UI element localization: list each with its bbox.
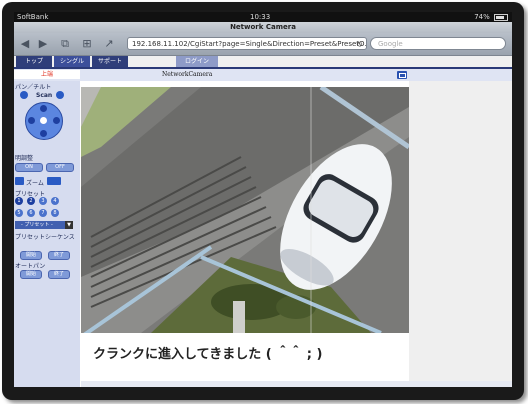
preset-7-button[interactable]: 7 xyxy=(39,209,47,217)
tablet-screen: SoftBank 10:33 74% Network Camera ◀ ▶ ⧉ … xyxy=(14,12,512,387)
preset-4-button[interactable]: 4 xyxy=(51,197,59,205)
scan-label: Scan xyxy=(36,92,53,99)
preset-sequence-label: プリセットシーケンス xyxy=(15,234,75,241)
up-button[interactable]: 上端 xyxy=(14,70,80,79)
zoom-in-icon[interactable] xyxy=(47,177,61,185)
tab-single[interactable]: シングル xyxy=(54,56,90,67)
bookmarks-icon[interactable]: ⊞ xyxy=(80,37,94,51)
pan-tilt-pad xyxy=(25,102,63,140)
address-bar[interactable]: 192.168.11.102/CgiStart?page=Single&Dire… xyxy=(127,37,367,50)
bottom-strip xyxy=(81,381,512,387)
forward-arrow-icon[interactable]: ▶ xyxy=(36,37,50,51)
battery-indicator: 74% xyxy=(474,12,508,22)
page-title: NetworkCamera xyxy=(162,71,213,78)
pan-right-icon[interactable] xyxy=(53,117,60,124)
zoom-label: ズーム xyxy=(26,180,44,187)
autopan-label: オートパン xyxy=(15,263,46,270)
tilt-up-icon[interactable] xyxy=(40,105,47,112)
carrier-label: SoftBank xyxy=(17,13,49,21)
scan-left-icon[interactable] xyxy=(20,91,28,99)
tab-login[interactable]: ログイン xyxy=(176,56,218,67)
autopan-stop-button[interactable]: 終了 xyxy=(48,270,70,279)
caption-text: クランクに進入してきました ( ＾＾ ; ) xyxy=(93,347,323,362)
zoom-out-icon[interactable] xyxy=(15,177,24,185)
home-position-icon[interactable] xyxy=(40,117,47,124)
pan-left-icon[interactable] xyxy=(28,117,35,124)
preset-select-value: - プリセット - xyxy=(21,222,53,228)
back-arrow-icon[interactable]: ◀ xyxy=(18,37,32,51)
battery-icon xyxy=(494,13,508,21)
share-icon[interactable]: ↗ xyxy=(102,37,116,51)
fullscreen-icon[interactable] xyxy=(397,71,407,79)
status-bar: SoftBank 10:33 74% xyxy=(14,12,512,22)
battery-percent: 74% xyxy=(474,13,490,21)
search-field[interactable]: Google xyxy=(370,37,506,50)
page-header: 上端 NetworkCamera xyxy=(14,69,512,81)
scan-right-icon[interactable] xyxy=(56,91,64,99)
preset-8-button[interactable]: 8 xyxy=(51,209,59,217)
clock: 10:33 xyxy=(250,13,271,21)
preset-select[interactable]: - プリセット - ▼ xyxy=(15,221,73,229)
sequence-start-button[interactable]: 開始 xyxy=(20,251,42,260)
tablet-frame: SoftBank 10:33 74% Network Camera ◀ ▶ ⧉ … xyxy=(2,2,524,400)
on-button[interactable]: ON xyxy=(15,163,43,172)
preset-5-button[interactable]: 5 xyxy=(15,209,23,217)
sequence-stop-button[interactable]: 終了 xyxy=(48,251,70,260)
preset-3-button[interactable]: 3 xyxy=(39,197,47,205)
autopan-start-button[interactable]: 開始 xyxy=(20,270,42,279)
control-panel: パン／チルト Scan 明調整 ON OFF ズーム プリセット 1 2 3 4… xyxy=(14,81,80,387)
right-blank-area xyxy=(409,81,512,387)
browser-title: Network Camera xyxy=(14,22,512,33)
tabs-icon[interactable]: ⧉ xyxy=(58,37,72,51)
tab-top[interactable]: トップ xyxy=(16,56,52,67)
tilt-down-icon[interactable] xyxy=(40,130,47,137)
preset-6-button[interactable]: 6 xyxy=(27,209,35,217)
preset-2-button[interactable]: 2 xyxy=(27,197,35,205)
url-text: 192.168.11.102/CgiStart?page=Single&Dire… xyxy=(132,40,367,48)
browser-toolbar: ◀ ▶ ⧉ ⊞ ↗ 192.168.11.102/CgiStart?page=S… xyxy=(14,33,512,56)
tab-support[interactable]: サポート xyxy=(92,56,128,67)
brightness-label: 明調整 xyxy=(15,155,34,162)
camera-view[interactable] xyxy=(81,87,409,333)
camera-image xyxy=(81,87,409,333)
pan-tilt-label: パン／チルト xyxy=(15,84,52,91)
reload-icon[interactable]: ↻ xyxy=(356,38,363,49)
preset-1-button[interactable]: 1 xyxy=(15,197,23,205)
off-button[interactable]: OFF xyxy=(46,163,74,172)
chevron-down-icon: ▼ xyxy=(65,221,73,229)
caption-area: クランクに進入してきました ( ＾＾ ; ) xyxy=(81,333,409,381)
